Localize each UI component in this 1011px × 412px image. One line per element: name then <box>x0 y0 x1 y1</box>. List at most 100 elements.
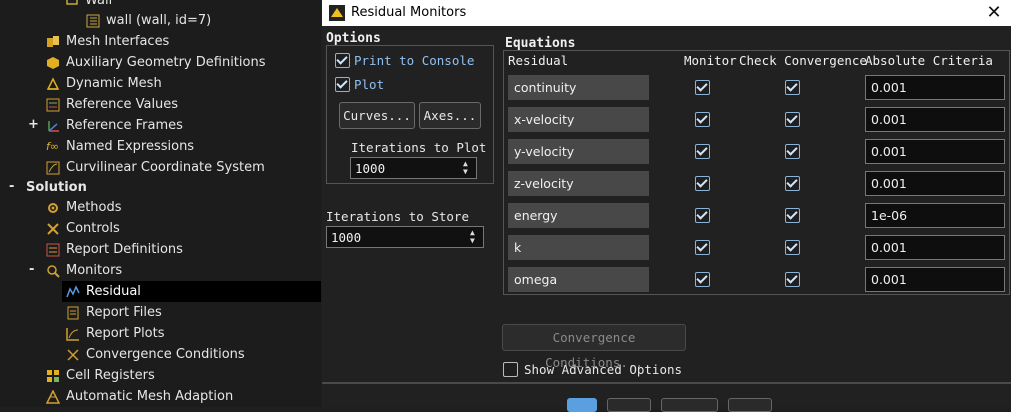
tree-item-label: Reference Frames <box>66 118 183 133</box>
tree-item-label: Named Expressions <box>66 139 195 154</box>
equation-name: energy <box>508 203 649 228</box>
tree-item-methods[interactable]: Methods <box>46 197 122 218</box>
tree-item-monitors[interactable]: Monitors <box>46 260 122 281</box>
coordinate-system-icon <box>46 161 60 175</box>
absolute-criteria-input[interactable]: 0.001 <box>865 171 1005 196</box>
check-convergence-column-header: Check Convergence <box>739 53 867 68</box>
tree-item-reference-frames[interactable]: Reference Frames <box>46 115 183 136</box>
collapse-solution-icon[interactable]: - <box>9 179 14 194</box>
check-convergence-checkbox[interactable] <box>785 240 800 255</box>
options-group-label: Options <box>326 31 381 46</box>
absolute-criteria-input[interactable]: 1e-06 <box>865 203 1005 228</box>
absolute-criteria-input[interactable]: 0.001 <box>865 139 1005 164</box>
collapse-monitors-icon[interactable]: - <box>29 262 34 277</box>
tree-item-label: Controls <box>66 221 120 236</box>
expand-reference-frames-icon[interactable]: + <box>28 117 39 132</box>
print-to-console-checkbox[interactable] <box>335 53 350 68</box>
tree-item-label: Methods <box>66 200 122 215</box>
check-convergence-checkbox[interactable] <box>785 176 800 191</box>
monitor-checkbox[interactable] <box>695 112 710 127</box>
equation-name: x-velocity <box>508 107 649 132</box>
tree-item-mesh-adaption[interactable]: Automatic Mesh Adaption <box>45 386 233 407</box>
spinner-arrows-icon[interactable]: ▲ ▼ <box>463 160 473 176</box>
reference-values-icon <box>46 98 60 112</box>
plot-checkbox[interactable] <box>335 77 350 92</box>
tree-item-report-files[interactable]: Report Files <box>66 302 162 323</box>
plot-label[interactable]: Plot <box>354 77 384 92</box>
tree-item-label: Convergence Conditions <box>86 347 245 362</box>
tree-item-label: Residual <box>86 284 141 299</box>
methods-icon <box>46 201 60 215</box>
tree-item-named-expressions[interactable]: f∞ Named Expressions <box>46 136 194 157</box>
close-icon[interactable]: ✕ <box>977 0 1011 26</box>
equation-name: z-velocity <box>508 171 649 196</box>
tree-item-solution[interactable]: Solution <box>26 177 87 198</box>
cancel-button[interactable] <box>661 398 718 412</box>
tree-item-controls[interactable]: Controls <box>46 218 120 239</box>
report-definitions-icon <box>46 243 60 257</box>
report-file-icon <box>66 306 80 320</box>
spinner-arrows-icon[interactable]: ▲ ▼ <box>470 229 480 245</box>
show-advanced-options-label[interactable]: Show Advanced Options <box>524 362 682 377</box>
plot-button[interactable] <box>607 398 651 412</box>
iterations-to-plot-label: Iterations to Plot <box>351 140 487 155</box>
ok-button[interactable] <box>567 398 597 412</box>
cell-registers-icon <box>46 369 60 383</box>
tree-item-report-plots[interactable]: Report Plots <box>66 323 165 344</box>
monitor-checkbox[interactable] <box>695 272 710 287</box>
check-convergence-checkbox[interactable] <box>785 208 800 223</box>
tree-item-label: Report Files <box>86 305 162 320</box>
iterations-to-plot-spinner[interactable]: 1000 ▲ ▼ <box>350 157 477 179</box>
tree-item-residual[interactable]: Residual <box>62 281 321 302</box>
iterations-to-store-value: 1000 <box>331 230 362 245</box>
check-convergence-checkbox[interactable] <box>785 80 800 95</box>
axes-button[interactable]: Axes... <box>419 102 481 129</box>
curves-button[interactable]: Curves... <box>339 102 415 129</box>
monitor-checkbox[interactable] <box>695 144 710 159</box>
tree-item-label: Solution <box>26 180 87 195</box>
tree-item-mesh-interfaces[interactable]: Mesh Interfaces <box>46 31 169 52</box>
tree-item-label: Mesh Interfaces <box>66 34 170 49</box>
tree-item-convergence-conditions[interactable]: Convergence Conditions <box>66 344 245 365</box>
residual-chart-icon <box>66 284 80 299</box>
check-convergence-checkbox[interactable] <box>785 272 800 287</box>
absolute-criteria-input[interactable]: 0.001 <box>865 107 1005 132</box>
iterations-to-store-spinner[interactable]: 1000 ▲ ▼ <box>326 226 484 248</box>
tree-item-dynamic-mesh[interactable]: Dynamic Mesh <box>46 73 162 94</box>
footer-separator <box>322 382 1011 384</box>
absolute-criteria-input[interactable]: 0.001 <box>865 267 1005 292</box>
check-convergence-checkbox[interactable] <box>785 144 800 159</box>
tree-item-label: Reference Values <box>66 97 179 112</box>
tree-item-curvilinear[interactable]: Curvilinear Coordinate System <box>46 157 265 178</box>
equations-group-label: Equations <box>505 36 576 51</box>
absolute-criteria-input[interactable]: 0.001 <box>865 75 1005 100</box>
convergence-icon <box>66 348 80 362</box>
dialog-titlebar[interactable]: Residual Monitors ✕ <box>322 0 1011 26</box>
print-to-console-label[interactable]: Print to Console <box>354 53 474 68</box>
monitors-icon <box>46 264 60 278</box>
tree-item-wall[interactable]: wall (wall, id=7) <box>86 10 211 31</box>
reference-frames-icon <box>46 119 60 133</box>
dialog-title: Residual Monitors <box>351 5 467 20</box>
help-button[interactable] <box>728 398 772 412</box>
tree-item-report-definitions[interactable]: Report Definitions <box>46 239 183 260</box>
iterations-to-store-label: Iterations to Store <box>326 209 469 224</box>
equation-name: k <box>508 235 649 260</box>
monitor-checkbox[interactable] <box>695 80 710 95</box>
tree-item-aux-geometry[interactable]: Auxiliary Geometry Definitions <box>46 52 265 73</box>
controls-icon <box>46 222 60 236</box>
tree-item-reference-values[interactable]: Reference Values <box>46 94 178 115</box>
monitor-checkbox[interactable] <box>695 240 710 255</box>
show-advanced-options-checkbox[interactable] <box>503 362 518 377</box>
check-convergence-checkbox[interactable] <box>785 112 800 127</box>
tree-item-label: Dynamic Mesh <box>66 76 162 91</box>
monitor-column-header: Monitor <box>684 53 737 68</box>
mesh-adaption-icon <box>45 388 61 404</box>
monitor-checkbox[interactable] <box>695 176 710 191</box>
iterations-to-plot-value: 1000 <box>355 161 386 176</box>
tree-item-label: Cell Registers <box>66 368 155 383</box>
convergence-conditions-button[interactable]: Convergence Conditions... <box>502 324 686 370</box>
monitor-checkbox[interactable] <box>695 208 710 223</box>
absolute-criteria-input[interactable]: 0.001 <box>865 235 1005 260</box>
tree-item-cell-registers[interactable]: Cell Registers <box>46 365 155 386</box>
